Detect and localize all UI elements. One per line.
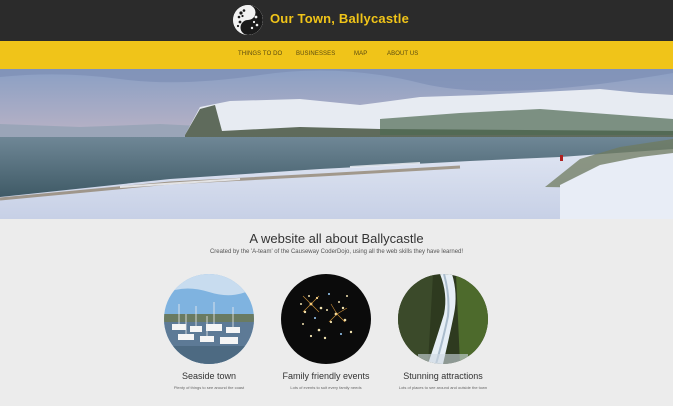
nav-item-things-to-do[interactable]: THINGS TO DO: [238, 51, 282, 57]
site-title[interactable]: Our Town, Ballycastle: [270, 11, 409, 26]
feature-card-stunning-attractions[interactable]: Stunning attractions Lots of places to s…: [388, 274, 498, 390]
harbour-boats-image[interactable]: [164, 274, 254, 364]
site-logo-icon[interactable]: [233, 5, 263, 35]
nav-item-about-us[interactable]: ABOUT US: [387, 51, 418, 57]
feature-title[interactable]: Stunning attractions: [388, 371, 498, 381]
feature-description: Plenty of things to see around the coast: [173, 385, 245, 390]
site-header: Our Town, Ballycastle: [0, 0, 673, 41]
feature-title[interactable]: Seaside town: [154, 371, 264, 381]
page-headline: A website all about Ballycastle: [249, 231, 424, 246]
waterfall-image[interactable]: [398, 274, 488, 364]
main-navigation: THINGS TO DO BUSINESSES MAP ABOUT US: [0, 41, 673, 69]
fireworks-image[interactable]: [281, 274, 371, 364]
nav-item-businesses[interactable]: BUSINESSES: [296, 51, 335, 57]
feature-card-family-events[interactable]: Family friendly events Lots of events to…: [271, 274, 381, 390]
page-subheadline: Created by the 'A-team' of the Causeway …: [209, 249, 464, 255]
feature-description: Lots of events to suit every family need…: [290, 385, 362, 390]
hero-image: [0, 69, 673, 219]
feature-title[interactable]: Family friendly events: [271, 371, 381, 381]
feature-card-seaside-town[interactable]: Seaside town Plenty of things to see aro…: [154, 274, 264, 390]
nav-item-map[interactable]: MAP: [354, 51, 367, 57]
feature-description: Lots of places to see around and outside…: [398, 385, 488, 390]
